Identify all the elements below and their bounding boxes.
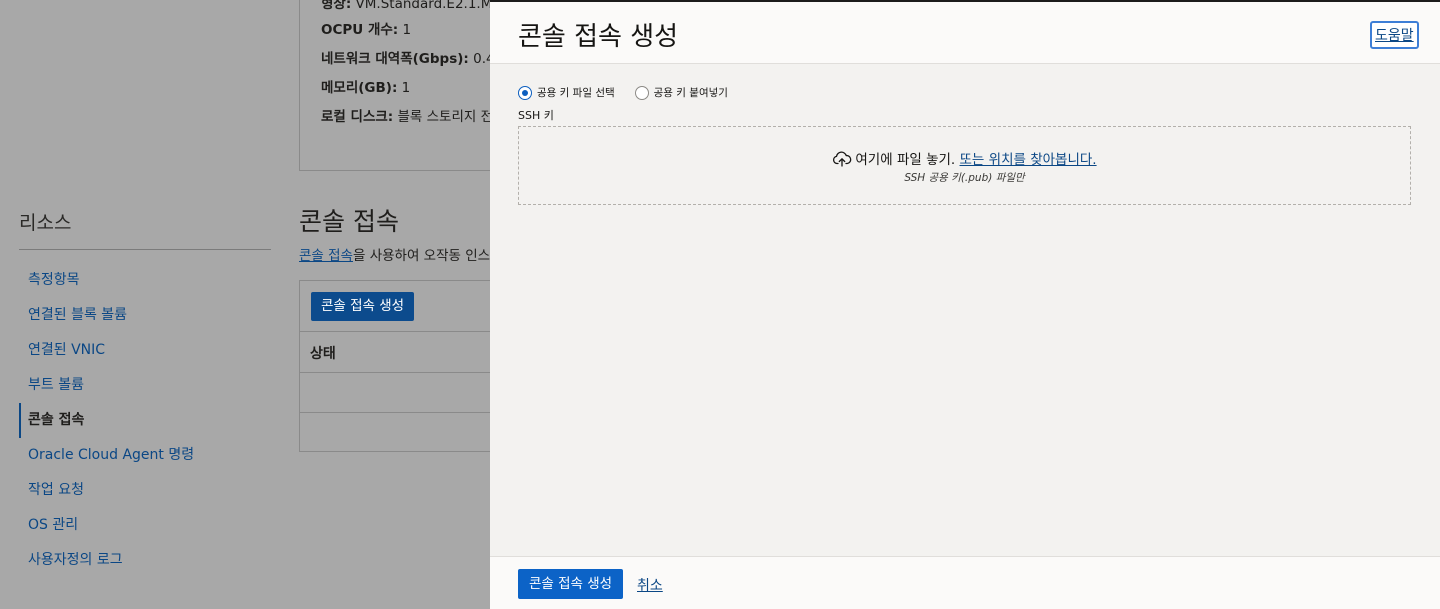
resource-item-cloud-agent[interactable]: Oracle Cloud Agent 명령	[19, 438, 271, 473]
cloud-upload-icon	[832, 151, 852, 171]
radio-label: 공용 키 붙여넣기	[653, 87, 728, 99]
table-header-status[interactable]: 상태	[310, 343, 336, 363]
dropzone-text: 여기에 파일 놓기.	[855, 152, 956, 168]
resources-divider	[19, 249, 271, 250]
resource-item-metrics[interactable]: 측정항목	[19, 263, 271, 298]
panel-body: 공용 키 파일 선택 공용 키 붙여넣기 SSH 키 여기에 파일 놓기. 또는…	[490, 64, 1440, 556]
detail-row-memory: 메모리(GB): 1	[321, 80, 411, 96]
detail-row-shape: 형상: VM.Standard.E2.1.Micro	[321, 0, 518, 12]
detail-row-local-disk: 로컬 디스크: 블록 스토리지 전용	[321, 109, 506, 125]
cancel-link[interactable]: 취소	[637, 575, 663, 595]
panel-header: 콘솔 접속 생성 도움말	[490, 2, 1440, 64]
resource-item-console-connection[interactable]: 콘솔 접속	[19, 403, 271, 438]
resource-item-block-volumes[interactable]: 연결된 블록 볼륨	[19, 298, 271, 333]
panel-footer: 콘솔 접속 생성 취소	[490, 556, 1440, 609]
resource-item-custom-logs[interactable]: 사용자정의 로그	[19, 543, 271, 578]
radio-paste-public-key[interactable]: 공용 키 붙여넣기	[634, 85, 728, 100]
ssh-key-source-radio-group: 공용 키 파일 선택 공용 키 붙여넣기	[518, 85, 728, 100]
console-connection-doc-link[interactable]: 콘솔 접속	[299, 248, 353, 264]
resource-item-os-management[interactable]: OS 관리	[19, 508, 271, 543]
ssh-key-label: SSH 키	[518, 109, 554, 122]
radio-label: 공용 키 파일 선택	[537, 87, 615, 99]
create-console-connection-button[interactable]: 콘솔 접속 생성	[518, 569, 624, 599]
resources-list: 측정항목 연결된 블록 볼륨 연결된 VNIC 부트 볼륨 콘솔 접속 Orac…	[19, 263, 271, 578]
section-title: 콘솔 접속	[299, 207, 399, 236]
radio-checked-icon[interactable]	[518, 85, 532, 100]
browse-files-link[interactable]: 또는 위치를 찾아봅니다.	[960, 152, 1097, 168]
dropzone-line: 여기에 파일 놓기. 또는 위치를 찾아봅니다.	[519, 148, 1410, 171]
radio-unchecked-icon[interactable]	[634, 85, 649, 100]
ssh-key-dropzone[interactable]: 여기에 파일 놓기. 또는 위치를 찾아봅니다. SSH 공용 키(.pub) …	[518, 126, 1411, 205]
bg-create-console-connection-button[interactable]: 콘솔 접속 생성	[311, 292, 415, 321]
detail-row-ocpu: OCPU 개수: 1	[321, 22, 412, 38]
radio-choose-public-key-file[interactable]: 공용 키 파일 선택	[518, 85, 615, 100]
create-console-connection-panel: 콘솔 접속 생성 도움말 공용 키 파일 선택 공용 키 붙여넣기 SSH 키	[490, 0, 1440, 609]
resource-item-boot-volume[interactable]: 부트 볼륨	[19, 368, 271, 403]
resource-item-work-requests[interactable]: 작업 요청	[19, 473, 271, 508]
detail-row-network: 네트워크 대역폭(Gbps): 0.48	[321, 51, 504, 67]
panel-title: 콘솔 접속 생성	[518, 22, 679, 52]
section-description: 콘솔 접속을 사용하여 오작동 인스턴스	[299, 248, 515, 264]
dropzone-hint: SSH 공용 키(.pub) 파일만	[904, 172, 1025, 184]
help-link[interactable]: 도움말	[1370, 21, 1419, 49]
resource-item-vnics[interactable]: 연결된 VNIC	[19, 333, 271, 368]
resources-title: 리소스	[19, 212, 72, 234]
